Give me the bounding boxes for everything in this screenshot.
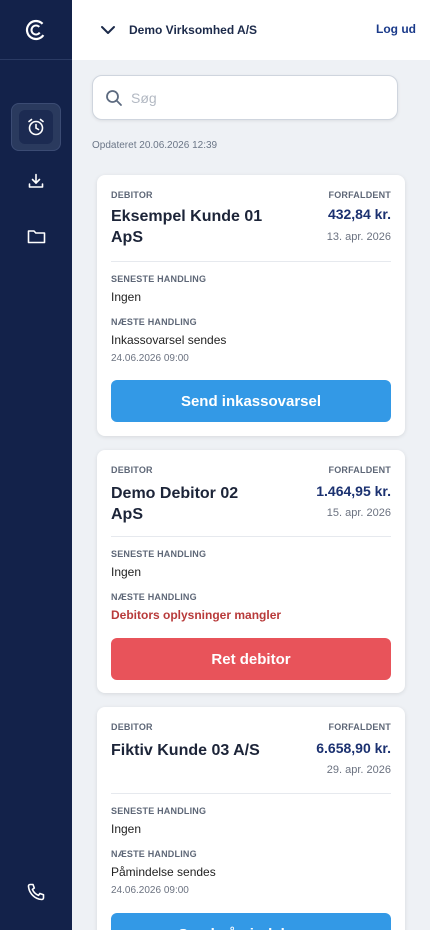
last-action-label: SENESTE HANDLING xyxy=(111,549,207,559)
next-action-label: NÆSTE HANDLING xyxy=(111,592,197,602)
divider xyxy=(111,793,391,794)
due-label: FORFALDENT xyxy=(328,190,391,200)
nav-reminders[interactable] xyxy=(11,103,61,151)
divider xyxy=(111,536,391,537)
alarm-clock-icon xyxy=(28,118,44,136)
logo-icon xyxy=(25,19,47,40)
nav-support[interactable] xyxy=(11,868,61,916)
due-label: FORFALDENT xyxy=(328,465,391,475)
due-amount: 432,84 kr. xyxy=(327,206,391,222)
next-action-value: Inkassovarsel sendes xyxy=(111,333,227,347)
top-bar: Demo Virksomhed A/S Log ud xyxy=(72,0,430,60)
debtor-label: DEBITOR xyxy=(111,190,153,200)
company-selector[interactable]: Demo Virksomhed A/S xyxy=(129,23,257,37)
search-icon xyxy=(106,90,122,106)
next-action-value: Påmindelse sendes xyxy=(111,865,216,879)
due-amount: 6.658,90 kr. xyxy=(316,740,391,756)
due-date: 29. apr. 2026 xyxy=(326,764,391,776)
due-date: 13. apr. 2026 xyxy=(326,231,391,243)
chevron-down-icon[interactable] xyxy=(98,20,118,40)
due-label: FORFALDENT xyxy=(328,722,391,732)
divider xyxy=(111,261,391,262)
debtor-name[interactable]: Eksempel Kunde 01 ApS xyxy=(111,206,271,248)
search-box xyxy=(92,75,398,120)
due-date: 15. apr. 2026 xyxy=(326,507,391,519)
next-action-warning: Debitors oplysninger mangler xyxy=(111,608,282,622)
phone-icon xyxy=(27,883,45,901)
nav-documents[interactable] xyxy=(11,212,61,260)
due-amount: 1.464,95 kr. xyxy=(316,483,391,499)
debtor-label: DEBITOR xyxy=(111,722,153,732)
debtor-label: DEBITOR xyxy=(111,465,153,475)
folder-icon xyxy=(27,229,45,243)
logout-link[interactable]: Log ud xyxy=(376,22,416,36)
download-icon xyxy=(28,173,44,188)
logo[interactable] xyxy=(0,0,72,60)
debtor-card: DEBITOR FORFALDENT Fiktiv Kunde 03 A/S 6… xyxy=(97,707,405,930)
send-reminder-button[interactable]: Send påmindelse nu xyxy=(111,913,391,930)
debtor-name[interactable]: Demo Debitor 02 ApS xyxy=(111,483,271,525)
last-action-label: SENESTE HANDLING xyxy=(111,806,207,816)
next-action-label: NÆSTE HANDLING xyxy=(111,849,197,859)
last-action-value: Ingen xyxy=(111,290,142,304)
next-action-label: NÆSTE HANDLING xyxy=(111,317,197,327)
debtor-card: DEBITOR FORFALDENT Eksempel Kunde 01 ApS… xyxy=(97,175,405,436)
edit-debtor-button[interactable]: Ret debitor xyxy=(111,638,391,680)
debtor-card: DEBITOR FORFALDENT Demo Debitor 02 ApS 1… xyxy=(97,450,405,693)
search-input[interactable] xyxy=(131,76,386,119)
next-action-date: 24.06.2026 09:00 xyxy=(111,885,189,896)
last-action-label: SENESTE HANDLING xyxy=(111,274,207,284)
next-action-date: 24.06.2026 09:00 xyxy=(111,353,189,364)
nav-downloads[interactable] xyxy=(11,157,61,205)
send-collection-notice-button[interactable]: Send inkassovarsel xyxy=(111,380,391,422)
last-action-value: Ingen xyxy=(111,822,142,836)
sidebar xyxy=(0,0,72,930)
updated-timestamp: Opdateret 20.06.2026 12:39 xyxy=(92,140,218,151)
debtor-name[interactable]: Fiktiv Kunde 03 A/S xyxy=(111,740,271,761)
last-action-value: Ingen xyxy=(111,565,142,579)
